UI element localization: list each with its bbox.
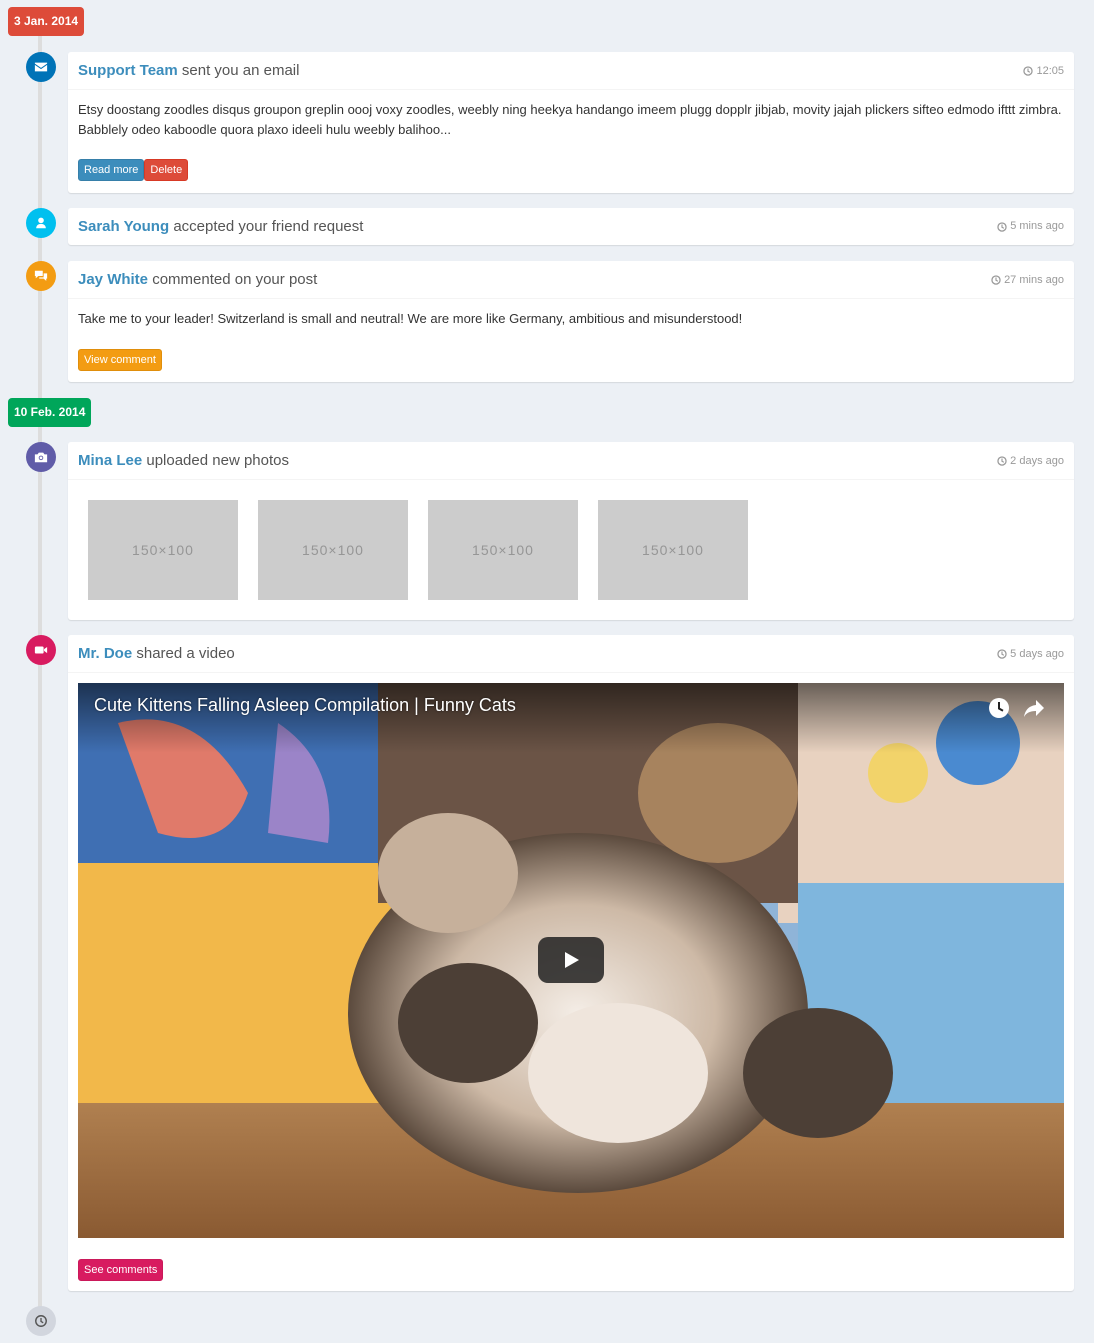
author-link[interactable]: Mr. Doe (78, 645, 132, 662)
timeline-header: Mina Lee uploaded new photos 2 days ago (68, 442, 1074, 480)
action-text: accepted your friend request (173, 218, 364, 235)
timestamp: 12:05 (1023, 52, 1064, 90)
time-text: 5 days ago (1010, 648, 1064, 660)
timeline-footer: View comment (68, 349, 1074, 381)
clock-icon (997, 649, 1007, 659)
action-text: commented on your post (152, 271, 318, 288)
play-icon (565, 952, 579, 968)
timeline-item-photos: Mina Lee uploaded new photos 2 days ago … (68, 442, 1074, 620)
time-label-date: 10 Feb. 2014 (8, 398, 92, 427)
delete-button[interactable]: Delete (144, 159, 189, 181)
timeline-item-comment: Jay White commented on your post 27 mins… (68, 261, 1074, 382)
timeline-body: Take me to your leader! Switzerland is s… (78, 311, 743, 326)
clock-icon (997, 221, 1007, 232)
share-icon[interactable] (1022, 697, 1046, 719)
read-more-button[interactable]: Read more (78, 159, 145, 181)
timeline-header: Jay White commented on your post 27 mins… (68, 261, 1074, 299)
timestamp: 5 days ago (997, 635, 1064, 673)
photo-thumbnail[interactable]: 150×100 (258, 500, 408, 600)
timestamp: 2 days ago (997, 442, 1064, 480)
author-link[interactable]: Sarah Young (78, 218, 169, 235)
clock-icon (991, 275, 1001, 285)
timestamp: 27 mins ago (991, 261, 1064, 299)
view-comment-button[interactable]: View comment (78, 349, 162, 371)
author-link[interactable]: Support Team (78, 62, 178, 79)
action-text: uploaded new photos (146, 452, 289, 469)
action-text: shared a video (136, 645, 235, 662)
timeline-header: Mr. Doe shared a video 5 days ago (68, 635, 1074, 673)
author-link[interactable]: Mina Lee (78, 452, 142, 469)
video-camera-icon (26, 635, 56, 665)
timeline-body: Etsy doostang zoodles disqus groupon gre… (78, 102, 1062, 137)
time-text: 5 mins ago (1010, 220, 1064, 232)
timeline-item-friend: Sarah Young accepted your friend request… (68, 208, 1074, 245)
timeline-header: Support Team sent you an email 12:05 (68, 52, 1074, 90)
photo-thumbnail[interactable]: 150×100 (88, 500, 238, 600)
comments-icon (26, 261, 56, 291)
timeline-item-video: Mr. Doe shared a video 5 days ago Cute K… (68, 635, 1074, 1291)
time-text: 27 mins ago (1004, 274, 1064, 286)
watch-later-icon[interactable] (988, 697, 1010, 719)
clock-icon (26, 1306, 56, 1336)
user-icon (26, 208, 56, 238)
action-text: sent you an email (181, 62, 300, 79)
see-comments-button[interactable]: See comments (78, 1259, 164, 1281)
timeline-item-email: Support Team sent you an email 12:05 Ets… (68, 52, 1074, 193)
video-player[interactable]: Cute Kittens Falling Asleep Compilation … (78, 683, 1064, 1238)
envelope-icon (26, 52, 56, 82)
time-text: 2 days ago (1010, 455, 1064, 467)
timeline-footer: Read more Delete (68, 159, 1074, 191)
photo-thumbnail[interactable]: 150×100 (598, 500, 748, 600)
video-title[interactable]: Cute Kittens Falling Asleep Compilation … (94, 695, 516, 716)
play-button[interactable] (538, 937, 604, 983)
time-label-date: 3 Jan. 2014 (8, 7, 85, 36)
photo-gallery: 150×100 150×100 150×100 150×100 (68, 480, 1074, 620)
camera-icon (26, 442, 56, 472)
author-link[interactable]: Jay White (78, 271, 148, 288)
clock-icon (1023, 66, 1034, 76)
timeline-footer: See comments (68, 1248, 1074, 1291)
time-text: 12:05 (1036, 65, 1064, 77)
photo-thumbnail[interactable]: 150×100 (428, 500, 578, 600)
video-topbar (78, 683, 1064, 753)
clock-icon (997, 456, 1007, 466)
timestamp: 5 mins ago (997, 208, 1064, 245)
timeline-header: Sarah Young accepted your friend request… (68, 208, 1074, 245)
